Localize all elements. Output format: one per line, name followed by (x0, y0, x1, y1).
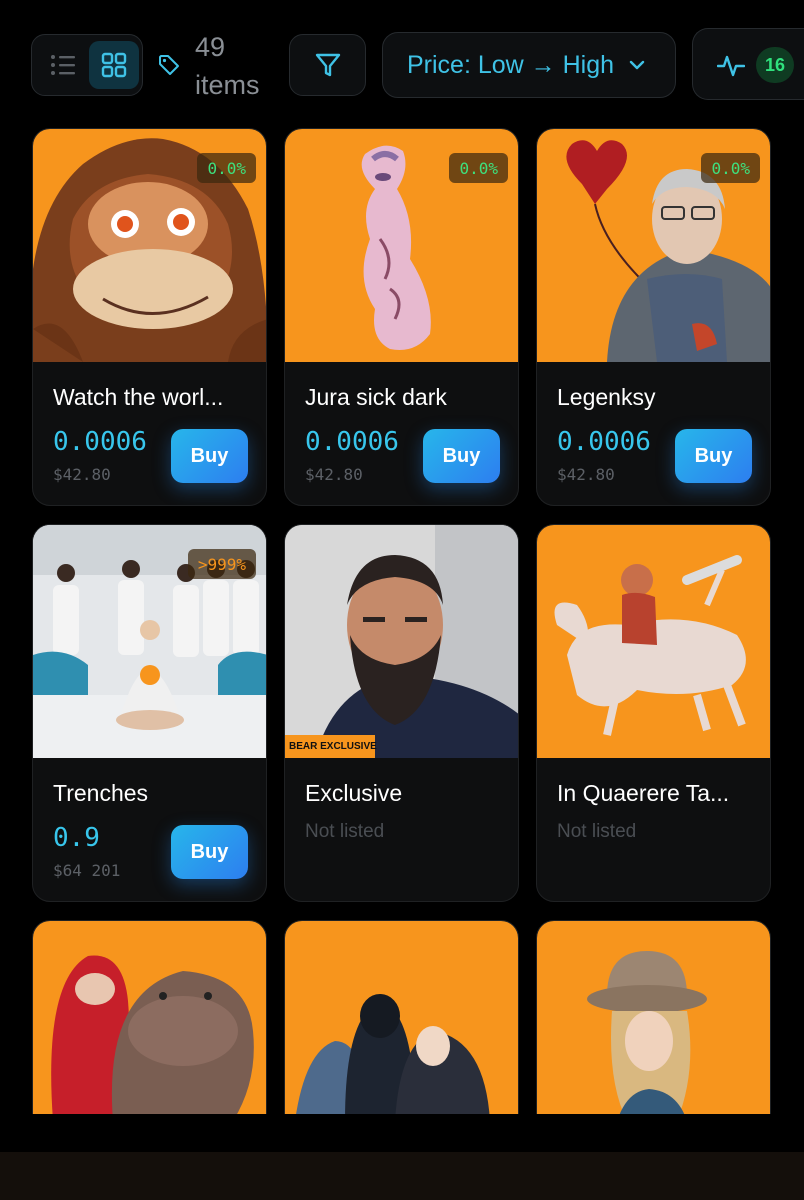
nft-usd-price: $42.80 (305, 465, 363, 484)
grid-icon (101, 52, 127, 78)
sort-label: Price: Low → High (407, 50, 615, 79)
nft-name: Watch the worl... (53, 384, 224, 410)
nft-image: 0.0% (33, 129, 266, 362)
tag-icon (159, 55, 179, 75)
nft-name: Legenksy (557, 384, 656, 410)
nft-price: 0.0006 (53, 427, 147, 457)
price-change-badge: 0.0% (197, 153, 256, 183)
buy-button[interactable]: Buy (171, 429, 248, 483)
buy-button[interactable]: Buy (171, 825, 248, 879)
price-change-badge: 0.0% (701, 153, 760, 183)
nft-usd-price: $42.80 (557, 465, 615, 484)
list-icon (51, 55, 75, 75)
nft-price: 0.9 (53, 823, 100, 853)
nft-image: >999% (33, 525, 266, 758)
nft-card[interactable]: 0.0% Jura sick dark 0.0006 $42.80 Buy (284, 128, 519, 506)
price-change-badge: >999% (187, 549, 256, 579)
listing-status: Not listed (557, 821, 637, 842)
nft-name: In Quaerere Ta... (557, 780, 730, 806)
nft-image: 0.0% (537, 129, 770, 362)
filter-button[interactable] (289, 34, 366, 96)
nft-price: 0.0006 (557, 427, 651, 457)
nft-card[interactable]: >999% Trenches 0.9 $64 201 Buy (32, 524, 267, 902)
buy-button[interactable]: Buy (675, 429, 752, 483)
nft-card[interactable]: 0.0% Legenksy 0.0006 $42.80 Buy (536, 128, 771, 506)
nft-card[interactable]: BEAR EXCLUSIVE Exclusive Not listed (284, 524, 519, 902)
nft-name: Trenches (53, 780, 149, 806)
view-toggle (31, 34, 143, 96)
nft-card[interactable]: In Quaerere Ta... Not listed (536, 524, 771, 902)
nft-name: Exclusive (305, 780, 403, 806)
price-change-badge: 0.0% (449, 153, 508, 183)
activity-button[interactable]: 16 (692, 28, 804, 100)
list-view-button[interactable] (38, 41, 88, 89)
nft-card[interactable]: 0.0% Watch the worl... 0.0006 $42.80 Buy (32, 128, 267, 506)
nft-name: Jura sick dark (305, 384, 447, 410)
item-count-number: 49 (195, 32, 226, 62)
activity-count-badge: 16 (756, 47, 794, 83)
nft-image (537, 525, 770, 758)
buy-button[interactable]: Buy (423, 429, 500, 483)
art-label: BEAR EXCLUSIVE (289, 741, 377, 752)
sort-dropdown[interactable]: Price: Low → High (382, 32, 676, 98)
activity-icon (717, 55, 745, 77)
listing-status: Not listed (305, 821, 385, 842)
nft-usd-price: $64 201 (53, 861, 121, 880)
item-count-unit: items (195, 70, 260, 100)
nft-image: 0.0% (285, 129, 518, 362)
bottom-bar (0, 1152, 804, 1200)
filter-icon (315, 53, 340, 77)
toolbar: 49 items Price: Low → High 16 (0, 0, 804, 120)
nft-image: BEAR EXCLUSIVE (285, 525, 518, 758)
grid-fade (0, 1114, 804, 1152)
nft-usd-price: $42.80 (53, 465, 111, 484)
grid-view-button[interactable] (89, 41, 139, 89)
chevron-down-icon (629, 60, 645, 70)
nft-price: 0.0006 (305, 427, 399, 457)
item-count: 49 items (195, 28, 260, 104)
